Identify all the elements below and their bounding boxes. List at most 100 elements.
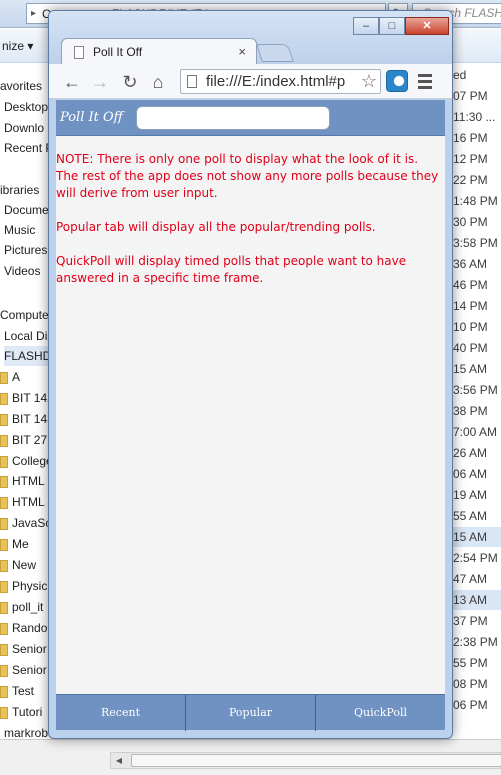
menu-icon[interactable] xyxy=(415,71,435,93)
date-modified-cell: 19 AM xyxy=(453,488,488,502)
folder-icon xyxy=(0,496,8,509)
folder-icon xyxy=(0,455,8,468)
date-modified-cell: 07 PM xyxy=(453,89,488,103)
nav-item-label: Desktop xyxy=(4,100,49,114)
scrollbar-thumb[interactable] xyxy=(131,754,501,767)
home-icon[interactable]: ⌂ xyxy=(147,71,169,93)
tab-close-icon[interactable]: × xyxy=(238,44,246,59)
url-bar[interactable]: file:///E:/index.html#p ☆ xyxy=(180,69,381,94)
nav-item-label: HTML xyxy=(12,495,45,509)
folder-item[interactable]: HTML xyxy=(0,471,55,491)
close-window-button[interactable]: ✕ xyxy=(405,17,449,35)
folder-item[interactable]: JavaSc xyxy=(0,513,55,533)
nav-heading: avorites xyxy=(0,76,55,96)
new-tab-button[interactable] xyxy=(256,44,294,62)
tab-quickpoll[interactable]: QuickPoll xyxy=(315,695,445,731)
nav-item-label: Music xyxy=(4,223,36,237)
folder-item[interactable]: HTML xyxy=(0,492,55,512)
folder-item[interactable]: Test xyxy=(0,681,55,701)
horizontal-scrollbar[interactable]: ◀ xyxy=(110,752,501,769)
date-modified-cell: 55 AM xyxy=(453,509,488,523)
folder-icon xyxy=(0,643,8,656)
folder-item[interactable]: College xyxy=(0,451,55,471)
browser-tab[interactable]: Poll It Off × xyxy=(61,38,257,65)
page-icon xyxy=(187,75,197,88)
nav-item-label: Senior xyxy=(12,663,47,677)
note-text: NOTE: There is only one poll to display … xyxy=(56,151,441,304)
date-modified-cell: 55 PM xyxy=(453,656,488,670)
explorer-navigation-pane: avorites Desktop Downlo Recent P ibraries Doc… xyxy=(0,64,59,740)
nav-item-label: JavaSc xyxy=(12,516,52,530)
back-icon[interactable]: ← xyxy=(61,71,83,93)
folder-item[interactable]: Rando xyxy=(0,618,55,638)
date-modified-cell: 11:30 ... xyxy=(453,110,496,124)
tab-recent[interactable]: Recent xyxy=(56,695,185,731)
url-text[interactable]: file:///E:/index.html#p xyxy=(206,73,356,90)
folder-icon xyxy=(0,664,8,677)
folder-icon xyxy=(0,685,8,698)
nav-item-label: Computer xyxy=(0,308,53,322)
app-search-input[interactable] xyxy=(136,106,330,130)
date-modified-cell: 08 PM xyxy=(453,677,488,691)
date-modified-cell: 1:48 PM xyxy=(453,194,498,208)
folder-item[interactable]: Physic xyxy=(0,576,55,596)
minimize-button[interactable]: – xyxy=(353,17,379,35)
forward-icon[interactable]: → xyxy=(89,71,111,93)
folder-item[interactable]: Me xyxy=(0,534,55,554)
organize-button[interactable]: nize ▾ xyxy=(2,39,33,53)
nav-item-label: Senior xyxy=(12,642,47,656)
nav-item-label: Local Dis xyxy=(4,329,54,343)
nav-item-label: avorites xyxy=(0,79,43,93)
nav-item-label: Recent P xyxy=(4,141,54,155)
folder-item[interactable]: New xyxy=(0,555,55,575)
date-modified-cell: 15 AM xyxy=(451,527,501,547)
date-modified-cell: 16 PM xyxy=(453,131,488,145)
folder-item[interactable]: Tutori xyxy=(0,702,55,722)
folder-item[interactable]: poll_it xyxy=(0,597,55,617)
nav-item-label: A xyxy=(12,370,21,384)
explorer-bottom-area: ◀ xyxy=(0,739,501,775)
folder-icon xyxy=(0,559,8,572)
folder-item[interactable]: A xyxy=(0,367,55,387)
folder-icon xyxy=(0,371,8,384)
date-modified-cell: 3:58 PM xyxy=(453,236,498,250)
maximize-button[interactable]: □ xyxy=(379,17,405,35)
nav-item-label: Pictures xyxy=(4,243,48,257)
folder-item[interactable]: Senior xyxy=(0,639,55,659)
tab-popular[interactable]: Popular xyxy=(185,695,315,731)
extension-icon[interactable] xyxy=(386,70,408,92)
reload-icon[interactable]: ↻ xyxy=(119,71,141,93)
folder-item[interactable]: BIT 142 xyxy=(0,388,55,408)
date-modified-cell: 30 PM xyxy=(453,215,488,229)
browser-window: – □ ✕ Poll It Off × ← → ↻ ⌂ file:///E:/i… xyxy=(48,10,453,739)
app-page: Poll It Off NOTE: There is only one poll… xyxy=(56,100,445,731)
app-title: Poll It Off xyxy=(60,110,123,125)
folder-item[interactable]: Senior xyxy=(0,660,55,680)
date-modified-cell: 13 AM xyxy=(451,590,501,610)
date-modified-cell: 38 PM xyxy=(453,404,488,418)
folder-item[interactable]: BIT 143 xyxy=(0,409,55,429)
date-modified-cell: 40 PM xyxy=(453,341,488,355)
nav-item-label: Me xyxy=(12,537,29,551)
nav-item-label: markrob xyxy=(4,726,49,740)
date-modified-cell: 22 PM xyxy=(453,173,488,187)
date-modified-cell: 14 PM xyxy=(453,299,488,313)
nav-item-label: Physic xyxy=(12,579,48,593)
date-modified-cell: 2:54 PM xyxy=(453,551,498,565)
date-modified-cell: 46 PM xyxy=(453,278,488,292)
note-paragraph: NOTE: There is only one poll to display … xyxy=(56,152,439,200)
bookmark-star-icon[interactable]: ☆ xyxy=(361,71,377,92)
date-modified-cell: 12 PM xyxy=(453,152,488,166)
date-modified-cell: 47 AM xyxy=(453,572,488,586)
date-modified-cell: 06 PM xyxy=(453,698,488,712)
scroll-left-icon[interactable]: ◀ xyxy=(111,753,127,768)
nav-item-label: ibraries xyxy=(0,183,40,197)
date-modified-cell: 26 AM xyxy=(453,446,488,460)
note-paragraph: Popular tab will display all the popular… xyxy=(56,220,376,234)
nav-item-label: Rando xyxy=(12,621,48,635)
nav-item-label: Downlo xyxy=(4,121,45,135)
nav-item-label: FLASHD xyxy=(4,349,52,363)
note-paragraph: QuickPoll will display timed polls that … xyxy=(56,254,407,285)
folder-icon xyxy=(0,706,8,719)
folder-item[interactable]: BIT 271 xyxy=(0,430,55,450)
